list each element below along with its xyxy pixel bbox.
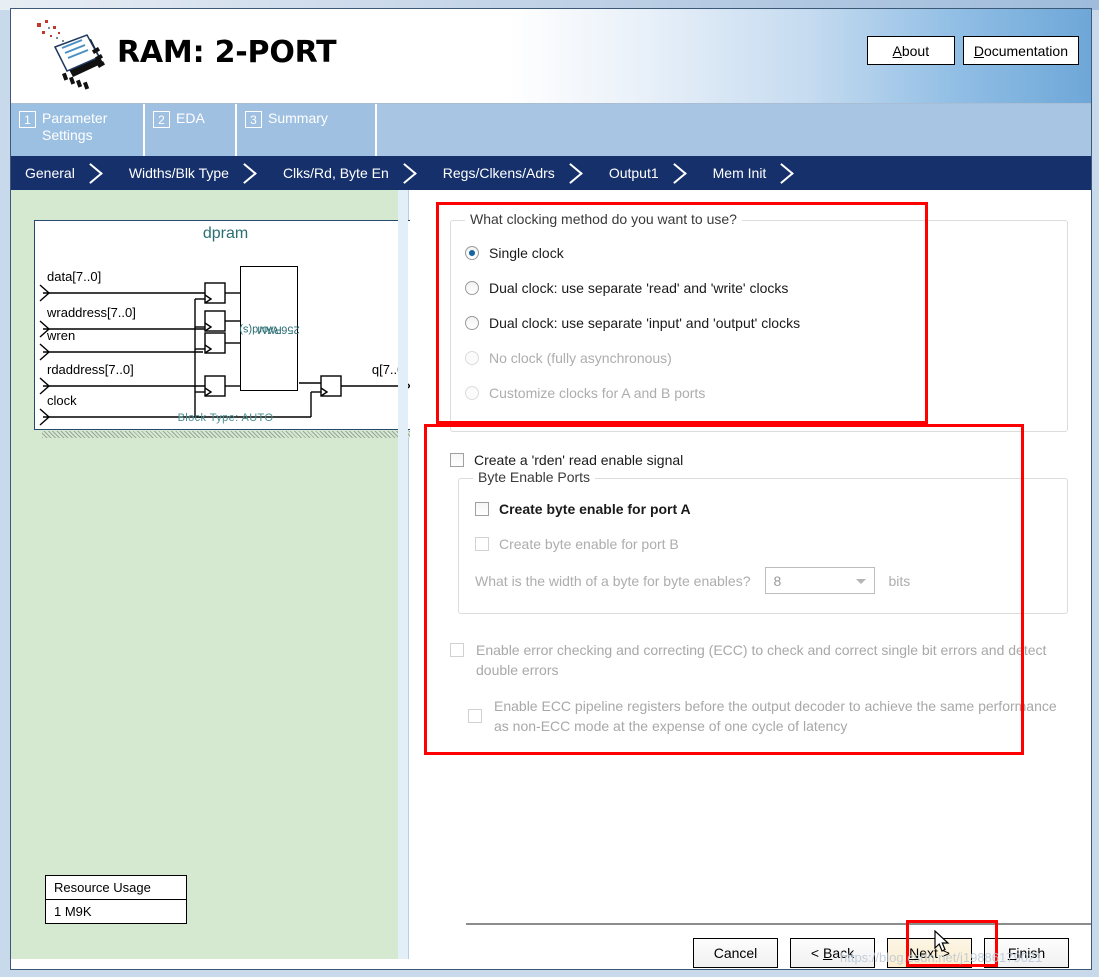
radio-indicator-icon — [465, 281, 479, 295]
radio-no-clock: No clock (fully asynchronous) — [465, 350, 672, 366]
checkbox-indicator-icon — [475, 502, 489, 516]
checkbox-label: Create byte enable for port B — [499, 536, 679, 552]
breadcrumb-item-mem-init[interactable]: Mem Init — [699, 156, 773, 190]
radio-single-clock[interactable]: Single clock — [465, 245, 564, 261]
port-label-clock: clock — [47, 393, 77, 408]
documentation-accesskey: D — [973, 42, 984, 59]
checkbox-label: Enable error checking and correcting (EC… — [476, 642, 1047, 678]
footer-separator — [466, 923, 1091, 926]
breadcrumb-item-regs-clkens-adrs[interactable]: Regs/Clkens/Adrs — [429, 156, 561, 190]
header-button-group: About Documentation — [866, 36, 1079, 65]
radio-dual-clock-read-write[interactable]: Dual clock: use separate 'read' and 'wri… — [465, 280, 788, 296]
block-symbol-diagram: dpram 256 Word(s) RAM data[7..0] wraddre… — [34, 220, 417, 430]
clocking-method-group-title: What clocking method do you want to use? — [465, 211, 742, 227]
byte-width-question: What is the width of a byte for byte ena… — [475, 572, 751, 589]
checkbox-create-rden-signal[interactable]: Create a 'rden' read enable signal — [450, 452, 683, 468]
radio-indicator-icon — [465, 386, 479, 400]
step-number: 3 — [245, 111, 262, 128]
step-tab-bar: 1 Parameter Settings 2 EDA 3 Summary — [11, 104, 1091, 156]
checkbox-byte-enable-port-a[interactable]: Create byte enable for port A — [475, 501, 691, 517]
step-tab-filler — [377, 104, 1091, 156]
radio-dual-clock-input-output[interactable]: Dual clock: use separate 'input' and 'ou… — [465, 315, 800, 331]
cancel-button-label: Cancel — [713, 945, 758, 961]
preview-pane: dpram 256 Word(s) RAM data[7..0] wraddre… — [11, 190, 425, 959]
checkbox-enable-ecc: Enable error checking and correcting (EC… — [450, 640, 1050, 680]
chevron-right-icon — [81, 156, 115, 190]
step-tab-summary[interactable]: 3 Summary — [237, 104, 377, 156]
checkbox-indicator-icon — [450, 453, 464, 467]
chevron-right-icon — [235, 156, 269, 190]
dialog-header: RAM: 2-PORT About Documentation — [11, 9, 1091, 104]
cancel-button[interactable]: Cancel — [693, 938, 778, 968]
step-number: 1 — [19, 111, 36, 128]
clocking-method-group: What clocking method do you want to use?… — [450, 211, 1068, 432]
resource-usage-table: Resource Usage 1 M9K — [45, 875, 187, 924]
port-label-wren: wren — [47, 328, 76, 343]
about-label-rest: bout — [901, 42, 930, 59]
step-label: EDA — [176, 110, 205, 126]
about-accesskey: A — [892, 42, 902, 59]
checkbox-indicator-icon — [475, 537, 489, 551]
byte-width-unit: bits — [888, 572, 911, 589]
checkbox-indicator-icon — [450, 643, 464, 657]
radio-label: No clock (fully asynchronous) — [489, 350, 672, 366]
chevron-right-icon — [665, 156, 699, 190]
chevron-right-icon — [561, 156, 595, 190]
settings-pane: What clocking method do you want to use?… — [410, 190, 1091, 959]
schematic-shadow-bottom — [42, 431, 425, 438]
checkbox-enable-ecc-pipeline-registers: Enable ECC pipeline registers before the… — [468, 696, 1058, 736]
documentation-button[interactable]: Documentation — [962, 36, 1079, 65]
back-accesskey: B — [822, 945, 833, 961]
resource-usage-header: Resource Usage — [46, 876, 186, 900]
documentation-label-rest: ocumentation — [983, 42, 1068, 59]
page-title: RAM: 2-PORT — [117, 35, 337, 70]
preview-vertical-scrollbar[interactable] — [398, 190, 408, 959]
step-label: Parameter Settings — [42, 110, 108, 143]
radio-indicator-icon — [465, 351, 479, 365]
port-label-wraddress: wraddress[7..0] — [47, 305, 136, 320]
step-tab-parameter-settings[interactable]: 1 Parameter Settings — [11, 104, 145, 156]
step-tab-eda[interactable]: 2 EDA — [145, 104, 237, 156]
ram-core-block: 256 Word(s) RAM — [239, 266, 299, 391]
chip-megafunction-icon — [29, 17, 117, 97]
breadcrumb-item-clks-rd-byte-en[interactable]: Clks/Rd, Byte En — [269, 156, 395, 190]
breadcrumb-item-output1[interactable]: Output1 — [595, 156, 665, 190]
step-number: 2 — [153, 111, 170, 128]
radio-indicator-icon — [465, 246, 479, 260]
radio-label: Dual clock: use separate 'input' and 'ou… — [489, 315, 801, 331]
megawizard-dialog: RAM: 2-PORT About Documentation 1 Parame… — [10, 8, 1092, 970]
breadcrumb-item-widths-blk-type[interactable]: Widths/Blk Type — [115, 156, 235, 190]
radio-label: Single clock — [489, 245, 564, 261]
byte-enable-ports-group-title: Byte Enable Ports — [473, 469, 596, 485]
about-button[interactable]: About — [866, 36, 955, 65]
dialog-body: dpram 256 Word(s) RAM data[7..0] wraddre… — [11, 190, 1091, 969]
byte-width-select[interactable]: 8 — [764, 567, 875, 594]
port-label-rdaddress: rdaddress[7..0] — [47, 362, 134, 377]
checkbox-indicator-icon — [468, 709, 482, 723]
checkbox-label: Enable ECC pipeline registers before the… — [494, 698, 1057, 734]
checkbox-label: Create byte enable for port A — [499, 501, 691, 517]
checkbox-label: Create a 'rden' read enable signal — [474, 452, 684, 468]
radio-indicator-icon — [465, 316, 479, 330]
watermark-text: https://blog.csdn.net/j19886179021 — [840, 950, 1043, 965]
step-label: Summary — [268, 110, 328, 126]
chevron-down-icon — [855, 579, 866, 584]
breadcrumb-item-general[interactable]: General — [11, 156, 81, 190]
chevron-right-icon — [395, 156, 429, 190]
radio-label: Customize clocks for A and B ports — [489, 385, 706, 401]
screenshot-root: RAM: 2-PORT About Documentation 1 Parame… — [0, 0, 1099, 977]
ram-core-type: RAM — [256, 323, 282, 335]
byte-width-value: 8 — [773, 572, 782, 589]
resource-usage-value: 1 M9K — [54, 904, 92, 919]
breadcrumb: General Widths/Blk Type Clks/Rd, Byte En… — [11, 156, 1091, 190]
radio-label: Dual clock: use separate 'read' and 'wri… — [489, 280, 789, 296]
radio-customize-clocks-ab: Customize clocks for A and B ports — [465, 385, 705, 401]
port-label-data: data[7..0] — [47, 269, 102, 284]
byte-enable-ports-group: Byte Enable Ports Create byte enable for… — [458, 469, 1068, 614]
block-type-label: Block Type: AUTO — [177, 412, 274, 424]
chevron-right-icon — [772, 156, 806, 190]
byte-width-row: What is the width of a byte for byte ena… — [475, 567, 910, 594]
checkbox-byte-enable-port-b: Create byte enable for port B — [475, 536, 679, 552]
